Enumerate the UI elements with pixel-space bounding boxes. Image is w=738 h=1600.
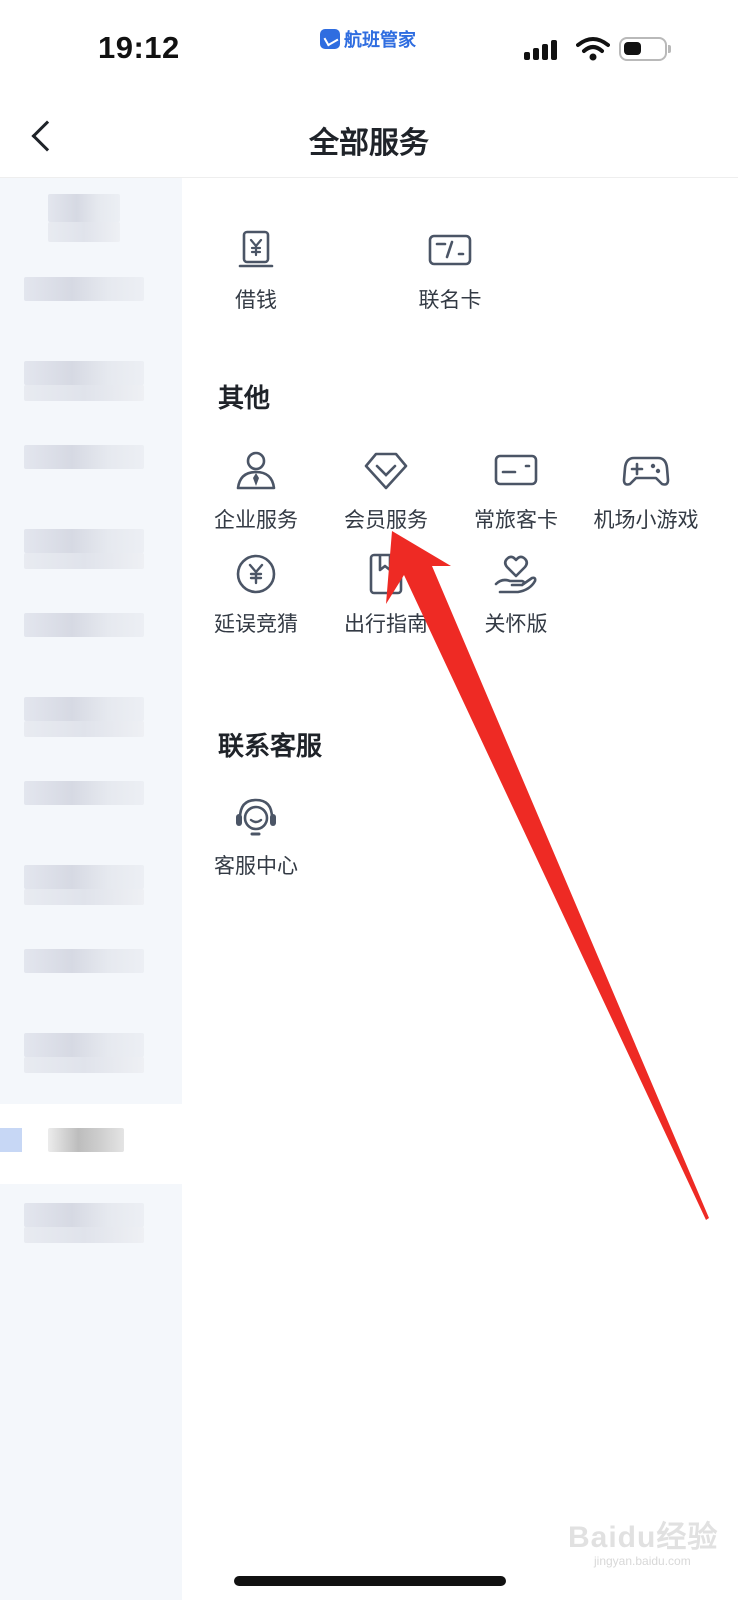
sidebar-item[interactable] bbox=[0, 514, 182, 584]
diamond-icon bbox=[364, 452, 408, 490]
service-label: 机场小游戏 bbox=[593, 509, 699, 532]
active-indicator bbox=[0, 1128, 22, 1152]
nav-bar: 全部服务 bbox=[0, 96, 738, 178]
service-label: 联名卡 bbox=[418, 289, 482, 312]
sidebar-item[interactable] bbox=[0, 682, 182, 752]
service-frequent-flyer-card[interactable]: 常旅客卡 bbox=[456, 446, 576, 534]
bookmark-book-icon bbox=[369, 553, 403, 595]
status-bar: 19:12 航班管家 bbox=[0, 0, 738, 96]
service-label: 借钱 bbox=[235, 289, 277, 312]
sidebar-item[interactable] bbox=[0, 346, 182, 416]
status-app-name: 航班管家 bbox=[344, 30, 416, 50]
service-label: 出行指南 bbox=[344, 613, 428, 636]
service-label: 企业服务 bbox=[214, 509, 298, 532]
watermark-logo: Baidu经验 bbox=[568, 1521, 719, 1554]
service-label: 客服中心 bbox=[214, 855, 298, 878]
service-label: 常旅客卡 bbox=[474, 509, 558, 532]
category-sidebar bbox=[0, 178, 182, 1600]
business-person-icon bbox=[236, 451, 276, 490]
sidebar-item[interactable] bbox=[0, 934, 182, 1004]
service-travel-guide[interactable]: 出行指南 bbox=[326, 550, 446, 638]
sidebar-item[interactable] bbox=[0, 850, 182, 920]
page-title: 全部服务 bbox=[309, 127, 429, 160]
home-indicator[interactable] bbox=[234, 1576, 506, 1586]
card-icon bbox=[428, 234, 472, 266]
sidebar-item[interactable] bbox=[0, 178, 182, 248]
sidebar-item[interactable] bbox=[0, 1018, 182, 1088]
service-label: 会员服务 bbox=[344, 509, 428, 532]
plane-logo-icon bbox=[320, 29, 340, 49]
service-label: 关怀版 bbox=[484, 613, 548, 636]
heart-hand-icon bbox=[494, 555, 537, 594]
loan-icon bbox=[238, 230, 274, 268]
service-airport-games[interactable]: 机场小游戏 bbox=[586, 446, 706, 534]
service-care-mode[interactable]: 关怀版 bbox=[456, 550, 576, 638]
status-time: 19:12 bbox=[98, 30, 180, 65]
headset-icon bbox=[236, 798, 276, 836]
sidebar-item-active[interactable] bbox=[0, 1104, 182, 1184]
service-enterprise[interactable]: 企业服务 bbox=[196, 446, 316, 534]
service-loan[interactable]: 借钱 bbox=[196, 226, 316, 314]
battery-icon bbox=[619, 37, 671, 61]
service-label: 延误竞猜 bbox=[214, 613, 298, 636]
watermark-url: jingyan.baidu.com bbox=[594, 1554, 691, 1568]
service-customer-center[interactable]: 客服中心 bbox=[196, 792, 316, 880]
signal-icon bbox=[524, 38, 557, 60]
service-cobrand-card[interactable]: 联名卡 bbox=[390, 226, 510, 314]
gamepad-icon bbox=[622, 456, 670, 486]
status-app-indicator: 航班管家 bbox=[320, 26, 416, 52]
id-card-icon bbox=[494, 454, 538, 486]
sidebar-item[interactable] bbox=[0, 766, 182, 836]
service-membership[interactable]: 会员服务 bbox=[326, 446, 446, 534]
sidebar-item[interactable] bbox=[0, 430, 182, 500]
section-title-contact: 联系客服 bbox=[218, 731, 323, 761]
sidebar-item[interactable] bbox=[0, 262, 182, 332]
service-delay-guess[interactable]: 延误竞猜 bbox=[196, 550, 316, 638]
wifi-icon bbox=[576, 37, 610, 61]
sidebar-item[interactable] bbox=[0, 598, 182, 668]
section-title-other: 其他 bbox=[218, 383, 271, 413]
sidebar-item[interactable] bbox=[0, 1188, 182, 1258]
yen-coin-icon bbox=[236, 554, 276, 594]
